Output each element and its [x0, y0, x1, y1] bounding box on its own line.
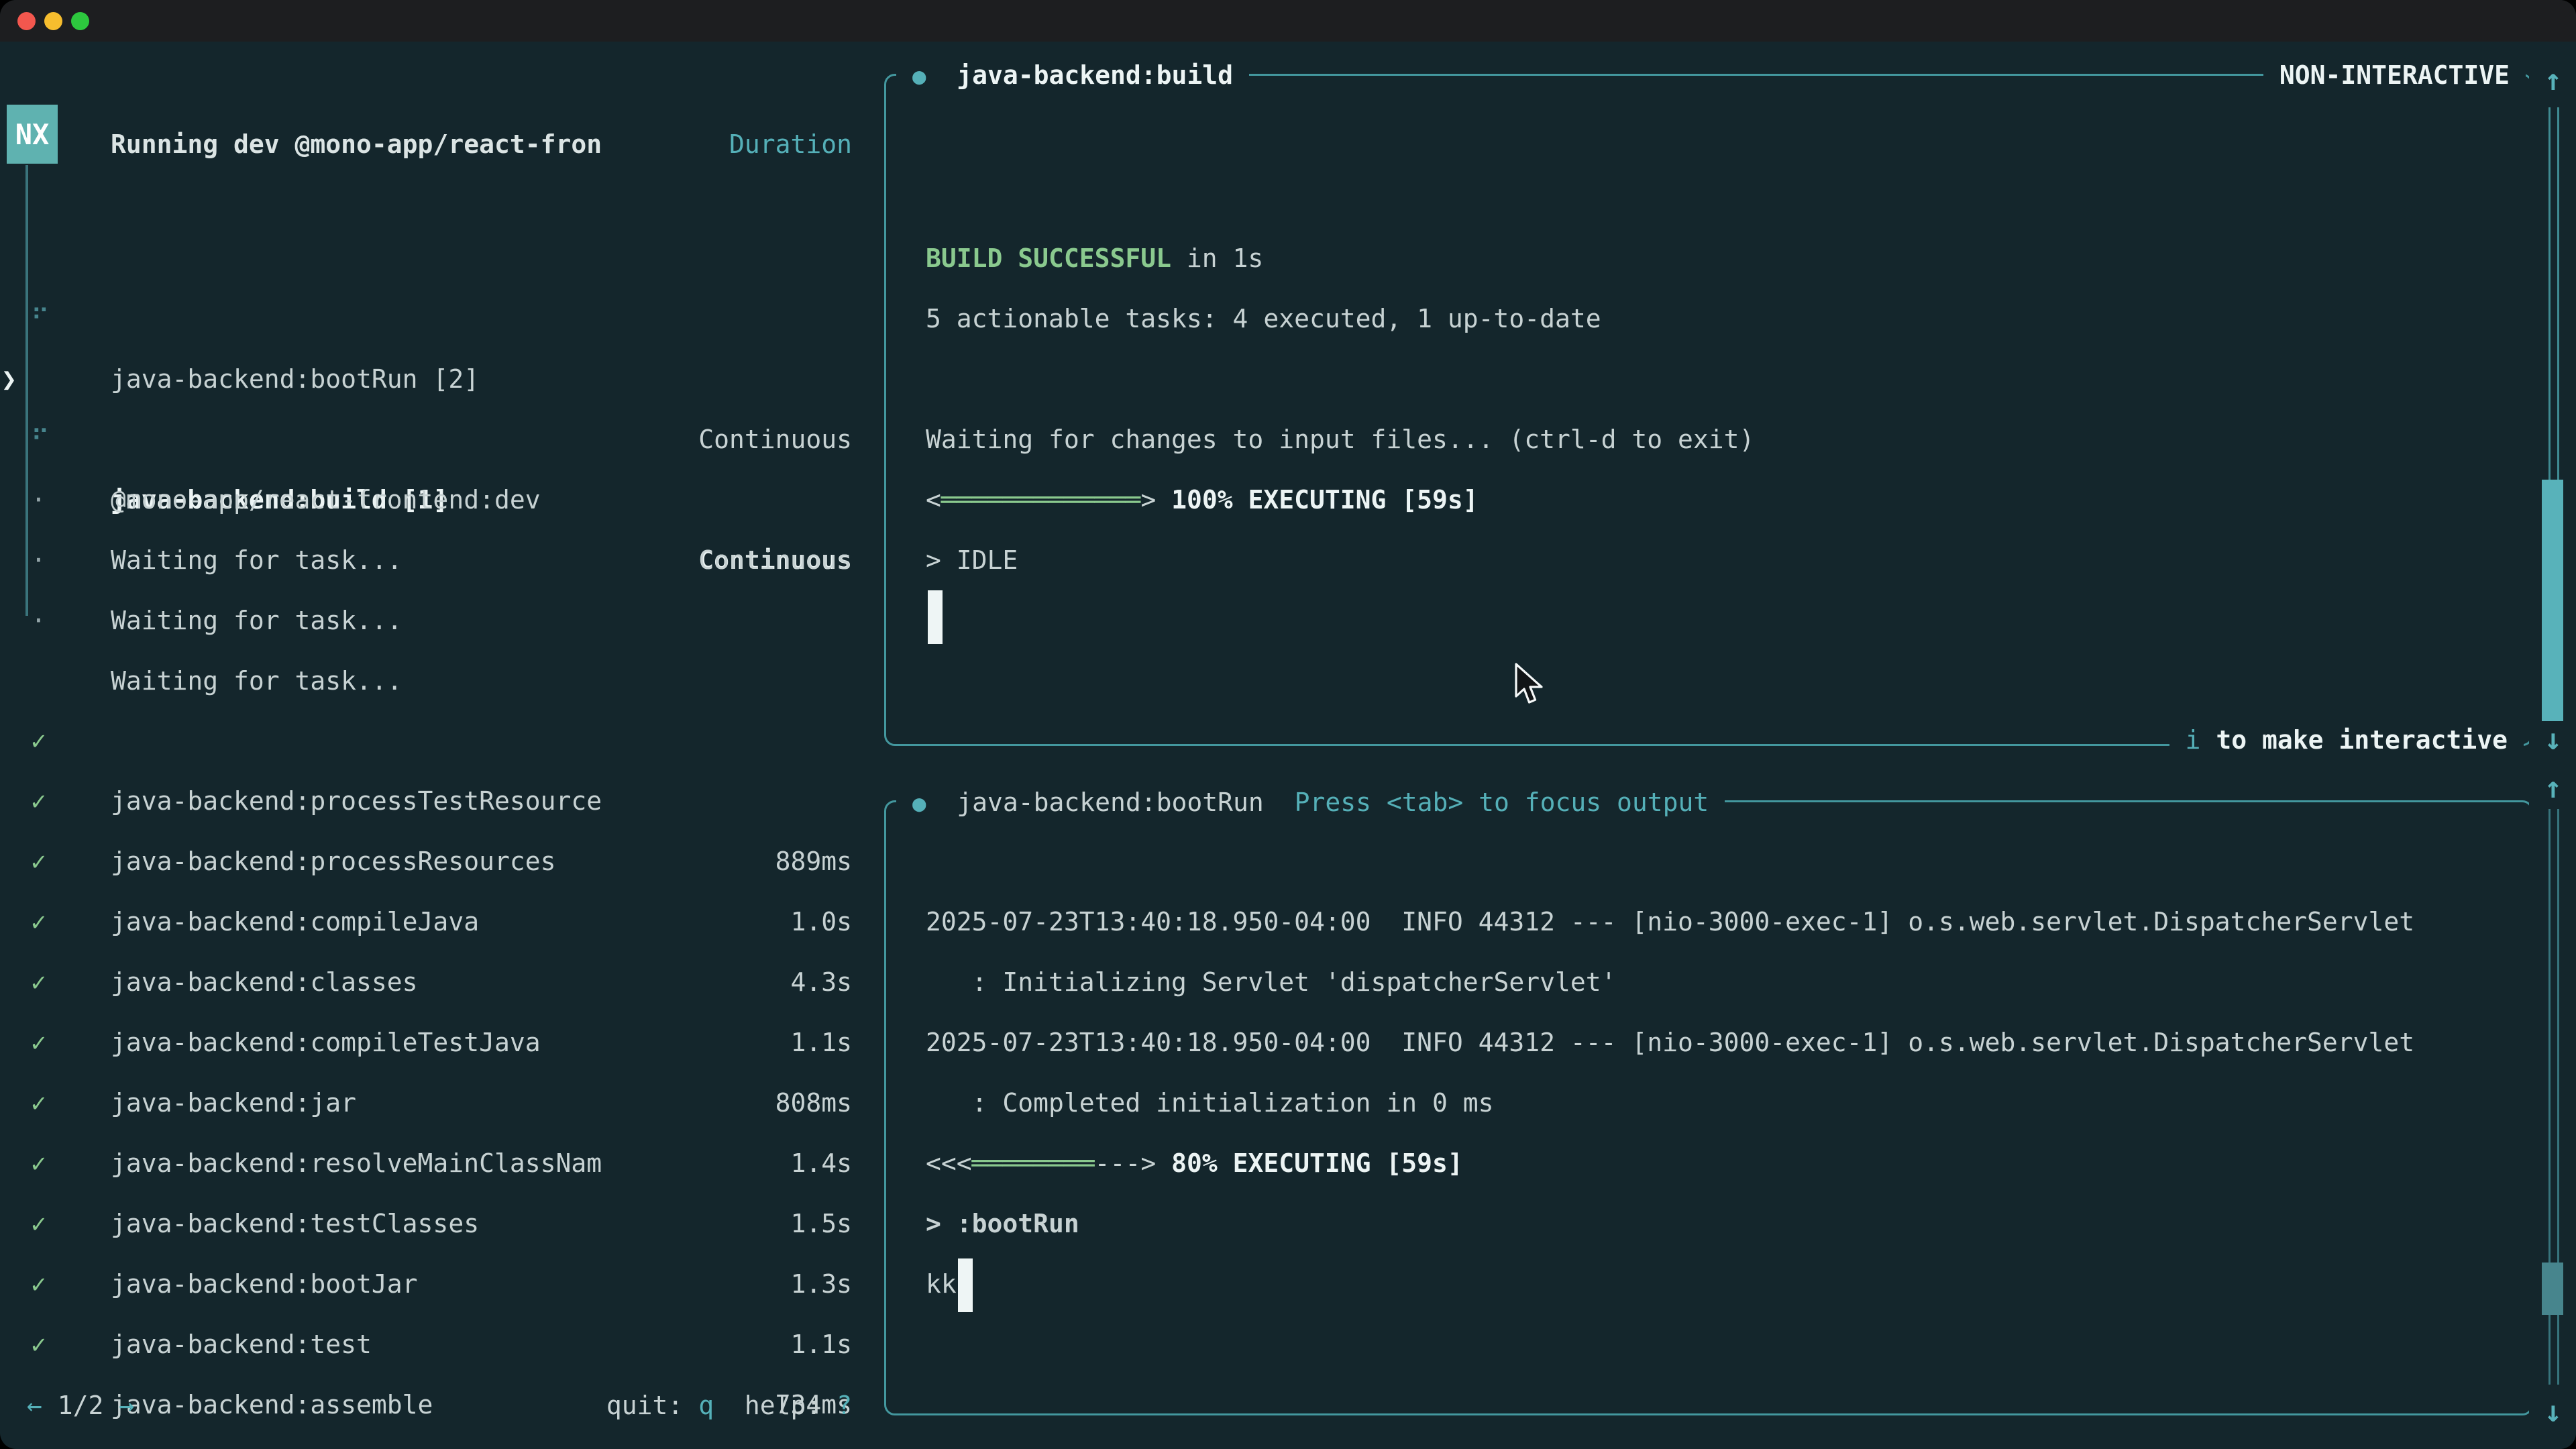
task-row-done[interactable]: ✓ java-backend:resolveMainClassNam 1.5s — [0, 1012, 852, 1073]
progress-bar-fill: ════════ — [972, 1148, 1095, 1178]
focus-output-hint: Press <tab> to focus output — [1264, 788, 1709, 817]
task-label: Waiting for task... — [111, 590, 402, 651]
stdin-input-text[interactable]: kk — [926, 1254, 957, 1314]
task-row-selected[interactable]: ❯ ⠋ java-backend:build [1] Continuous — [0, 288, 852, 349]
task-row-done[interactable]: ✓ java-backend:test 734ms — [0, 1193, 852, 1254]
help-hint-label: help: — [714, 1391, 837, 1420]
tasks-summary-line: 5 actionable tasks: 4 executed, 1 up-to-… — [926, 288, 1601, 349]
quit-key: q — [698, 1391, 714, 1420]
progress-bar-fill: ═════════════ — [941, 485, 1140, 515]
quit-hint-label: quit: — [606, 1391, 698, 1420]
window-zoom-button[interactable] — [71, 12, 89, 30]
task-row-done[interactable]: ✓ java-backend:compileTestJava 808ms — [0, 892, 852, 952]
task-row-waiting[interactable]: · Waiting for task... — [0, 470, 852, 530]
check-icon: ✓ — [31, 1314, 46, 1375]
task-row-waiting[interactable]: · Waiting for task... — [0, 409, 852, 470]
gradle-progress-bar: <═════════════> 100% EXECUTING [59s] — [926, 470, 1479, 530]
nx-tui: NX Running dev @mono-app/react-fron Dura… — [0, 0, 2576, 1449]
build-panel-header[interactable]: ● java-backend:build — [896, 45, 1249, 105]
task-row-waiting[interactable]: · Waiting for task... — [0, 530, 852, 590]
task-row[interactable]: ⠋ @mono-app/react-frontend:dev Continuou… — [0, 349, 852, 409]
gradle-progress-bar: <<<════════---> 80% EXECUTING [59s] — [926, 1133, 1463, 1193]
log-line: 2025-07-23T13:40:18.950-04:00 INFO 44312… — [926, 1012, 2414, 1073]
window-minimize-button[interactable] — [44, 12, 62, 30]
build-successful-text: BUILD SUCCESSFUL — [926, 244, 1171, 273]
scrollbar-thumb[interactable] — [2542, 1263, 2563, 1315]
help-key: ? — [837, 1391, 852, 1420]
log-line: : Initializing Servlet 'dispatcherServle… — [926, 952, 1617, 1012]
panel-title: java-backend:build — [926, 60, 1233, 90]
keybind-hints: quit: q help: ? — [0, 1375, 852, 1436]
progress-label: 100% EXECUTING [59s] — [1171, 485, 1479, 515]
log-line: 2025-07-23T13:40:18.950-04:00 INFO 44312… — [926, 892, 2414, 952]
task-row-done[interactable]: ✓ java-backend:assemble 774ms — [0, 1254, 852, 1314]
task-row-done[interactable]: ✓ java-backend:testClasses 1.3s — [0, 1073, 852, 1133]
waiting-for-changes-line: Waiting for changes to input files... (c… — [926, 409, 1754, 470]
panel-title: java-backend:bootRun — [926, 788, 1263, 817]
task-duration: 774ms — [775, 1435, 852, 1449]
interactive-hint-text: to make interactive — [2200, 725, 2508, 755]
interactive-hint: i to make interactive — [2169, 710, 2524, 770]
non-interactive-badge: NON-INTERACTIVE — [2263, 45, 2526, 105]
task-row-done[interactable]: ✓ java-backend:classes 1.1s — [0, 831, 852, 892]
waiting-dot-icon: · — [31, 590, 46, 651]
task-row-done[interactable]: ✓ java-backend:compileJava 4.3s — [0, 771, 852, 831]
current-task-line: > :bootRun — [926, 1193, 1079, 1254]
terminal-cursor — [928, 590, 943, 644]
window-close-button[interactable] — [17, 12, 36, 30]
task-row-done[interactable]: ✓ java-backend:processTestResource 889ms — [0, 650, 852, 710]
window-titlebar — [0, 0, 2576, 42]
mouse-cursor-icon — [1513, 663, 1544, 708]
scroll-down-arrow-icon[interactable]: ↓ — [2534, 1382, 2572, 1442]
log-line: : Completed initialization in 0 ms — [926, 1073, 1493, 1133]
duration-column-header: Duration — [0, 114, 852, 174]
task-duration: 1.1s — [790, 1314, 852, 1375]
scrollbar-thumb[interactable] — [2542, 480, 2563, 721]
progress-label: 80% EXECUTING [59s] — [1171, 1148, 1463, 1178]
task-label: java-backend:test — [111, 1314, 372, 1375]
task-status-dot-icon: ● — [912, 63, 926, 90]
build-result-line: BUILD SUCCESSFUL in 1s — [926, 228, 1263, 288]
terminal-window: NX Running dev @mono-app/react-fron Dura… — [0, 0, 2576, 1449]
idle-status-line: > IDLE — [926, 530, 1018, 590]
task-row[interactable]: ⠋ java-backend:bootRun [2] Continuous — [0, 228, 852, 288]
interactive-hint-key: i — [2186, 725, 2201, 755]
task-status-dot-icon: ● — [912, 790, 926, 817]
task-row-done[interactable]: ✓ java-backend:jar 1.4s — [0, 952, 852, 1012]
scroll-up-arrow-icon[interactable]: ↑ — [2534, 50, 2572, 111]
task-row-done[interactable]: ✓ java-backend:bootJar 1.1s — [0, 1133, 852, 1193]
terminal-cursor — [958, 1258, 973, 1312]
bootrun-panel-header[interactable]: ● java-backend:bootRun Press <tab> to fo… — [896, 772, 1725, 833]
task-row-done[interactable]: ✓ java-backend:processResources 1.0s — [0, 710, 852, 771]
